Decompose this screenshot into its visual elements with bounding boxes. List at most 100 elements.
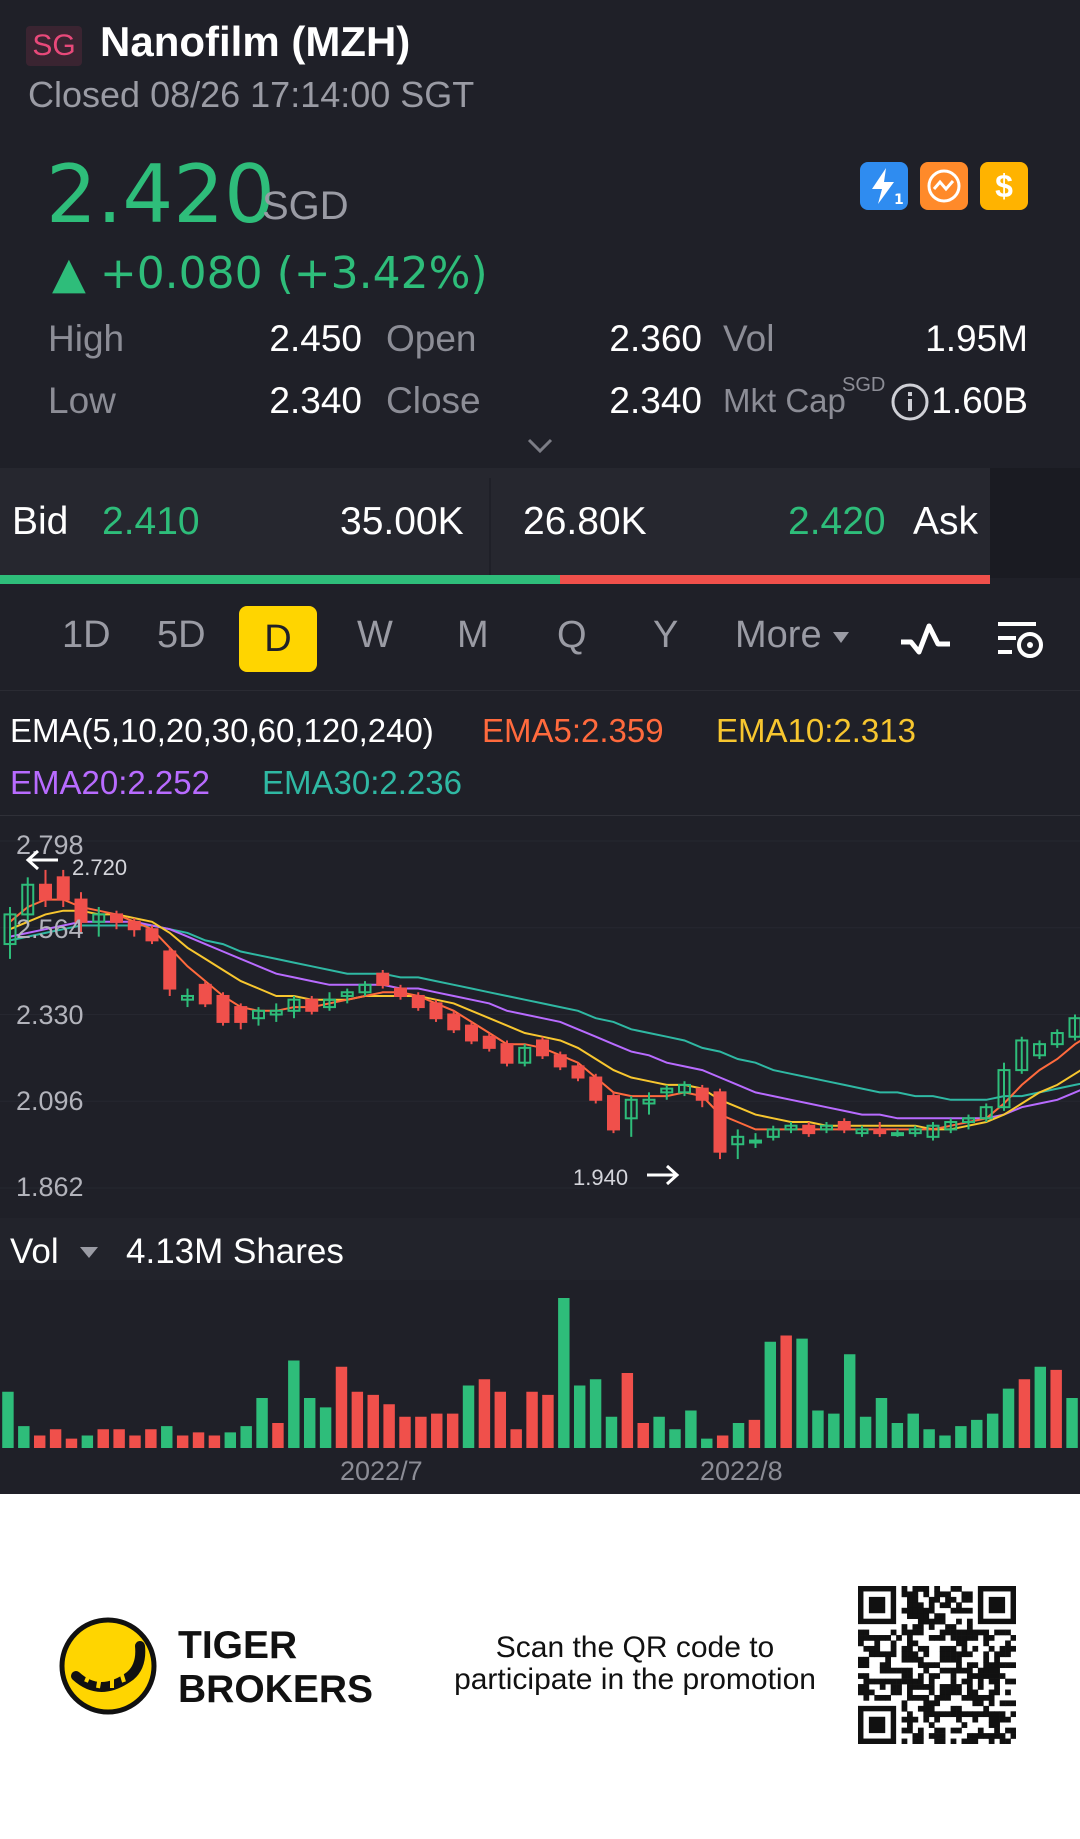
qr-module bbox=[950, 1673, 957, 1679]
tab-1d[interactable]: 1D bbox=[62, 614, 111, 657]
volume-bar bbox=[478, 1379, 491, 1448]
candle-body bbox=[553, 1054, 567, 1068]
qr-module bbox=[945, 1591, 951, 1598]
chevron-down-icon[interactable] bbox=[526, 432, 554, 460]
qr-module bbox=[912, 1684, 919, 1690]
tab-quarterly[interactable]: Q bbox=[557, 614, 587, 657]
volume-bar bbox=[319, 1407, 332, 1448]
qr-module bbox=[961, 1694, 968, 1701]
candle bbox=[624, 1096, 638, 1137]
lightning-icon[interactable]: 1 bbox=[860, 162, 908, 210]
swap-icon[interactable] bbox=[920, 162, 968, 210]
qr-module bbox=[912, 1640, 919, 1647]
qr-module bbox=[934, 1586, 941, 1592]
svg-text:1: 1 bbox=[894, 192, 904, 208]
qr-module bbox=[907, 1607, 913, 1614]
volume-bar bbox=[415, 1416, 427, 1448]
qr-module bbox=[917, 1727, 924, 1734]
qr-module bbox=[945, 1694, 951, 1701]
candle bbox=[1068, 1014, 1080, 1041]
qr-module bbox=[863, 1673, 870, 1679]
volume-bar bbox=[843, 1354, 856, 1448]
qr-module bbox=[896, 1689, 902, 1696]
qr-module bbox=[901, 1738, 908, 1744]
qr-module bbox=[983, 1629, 990, 1636]
qr-module bbox=[885, 1678, 891, 1685]
qr-module bbox=[1010, 1678, 1016, 1685]
info-icon[interactable] bbox=[890, 382, 930, 427]
qr-module bbox=[901, 1651, 908, 1658]
qr-module bbox=[928, 1722, 935, 1728]
qr-module bbox=[928, 1607, 935, 1614]
qr-module bbox=[966, 1694, 973, 1701]
dollar-icon[interactable]: $ bbox=[980, 162, 1028, 210]
tab-monthly[interactable]: M bbox=[457, 614, 489, 657]
qr-module bbox=[977, 1667, 984, 1674]
qr-code[interactable] bbox=[858, 1586, 1016, 1744]
volume-bar bbox=[113, 1429, 125, 1448]
volume-bar bbox=[303, 1398, 316, 1448]
qr-module bbox=[907, 1651, 913, 1658]
qr-module bbox=[1005, 1629, 1011, 1636]
qr-module bbox=[858, 1629, 864, 1636]
candle bbox=[3, 906, 17, 959]
volume-bar bbox=[891, 1423, 904, 1448]
qr-module bbox=[977, 1684, 984, 1690]
close-value: 2.340 bbox=[609, 380, 702, 421]
qr-module bbox=[912, 1607, 919, 1614]
candle bbox=[536, 1036, 549, 1059]
volume-bar bbox=[907, 1413, 919, 1448]
candlestick-chart[interactable] bbox=[0, 815, 1080, 1218]
tab-more[interactable]: More bbox=[735, 614, 822, 657]
ema-title[interactable]: EMA(5,10,20,30,60,120,240) bbox=[10, 712, 434, 750]
qr-module bbox=[956, 1629, 962, 1636]
tab-daily[interactable]: D bbox=[239, 606, 317, 672]
candle-body bbox=[891, 1132, 904, 1137]
qr-module bbox=[977, 1678, 984, 1685]
qr-module bbox=[994, 1662, 1000, 1669]
qr-module bbox=[999, 1662, 1006, 1669]
qr-module bbox=[907, 1678, 913, 1685]
qr-module bbox=[934, 1738, 941, 1744]
more-caret-icon[interactable] bbox=[833, 632, 849, 643]
qr-module bbox=[923, 1662, 930, 1669]
candle-body bbox=[536, 1039, 549, 1057]
volume-bar bbox=[955, 1426, 967, 1448]
qr-module bbox=[994, 1711, 1000, 1718]
qr-module bbox=[966, 1629, 973, 1636]
qr-module bbox=[983, 1635, 990, 1641]
qr-module bbox=[917, 1733, 924, 1739]
volume-bar bbox=[716, 1435, 729, 1448]
tab-yearly[interactable]: Y bbox=[653, 614, 678, 657]
qr-module bbox=[912, 1738, 919, 1744]
qr-module bbox=[1005, 1678, 1011, 1685]
qr-module bbox=[939, 1618, 946, 1625]
qr-module bbox=[912, 1733, 919, 1739]
qr-module bbox=[874, 1651, 881, 1658]
tab-weekly[interactable]: W bbox=[357, 614, 393, 657]
ask-ratio-bar bbox=[560, 575, 990, 584]
caret-down-icon[interactable] bbox=[80, 1247, 98, 1258]
qr-module bbox=[988, 1673, 995, 1679]
qr-module bbox=[934, 1733, 941, 1739]
qr-module bbox=[917, 1613, 924, 1619]
qr-module bbox=[885, 1694, 891, 1701]
tab-5d[interactable]: 5D bbox=[157, 614, 206, 657]
qr-module bbox=[956, 1689, 962, 1696]
volume-label[interactable]: Vol bbox=[10, 1232, 59, 1272]
qr-module bbox=[950, 1624, 957, 1630]
candle-body bbox=[163, 950, 177, 990]
qr-module bbox=[939, 1635, 946, 1641]
qr-module bbox=[896, 1678, 902, 1685]
qr-module bbox=[999, 1700, 1006, 1707]
qr-module bbox=[961, 1629, 968, 1636]
volume-chart[interactable] bbox=[0, 1280, 1080, 1448]
indicator-icon[interactable] bbox=[898, 618, 954, 667]
qr-module bbox=[983, 1733, 990, 1739]
qr-module bbox=[966, 1678, 973, 1685]
volume-bar bbox=[764, 1341, 777, 1448]
qr-module bbox=[999, 1651, 1006, 1658]
chart-settings-icon[interactable] bbox=[996, 614, 1048, 671]
ema30-value: EMA30:2.236 bbox=[262, 764, 462, 801]
qr-module bbox=[1005, 1716, 1011, 1723]
